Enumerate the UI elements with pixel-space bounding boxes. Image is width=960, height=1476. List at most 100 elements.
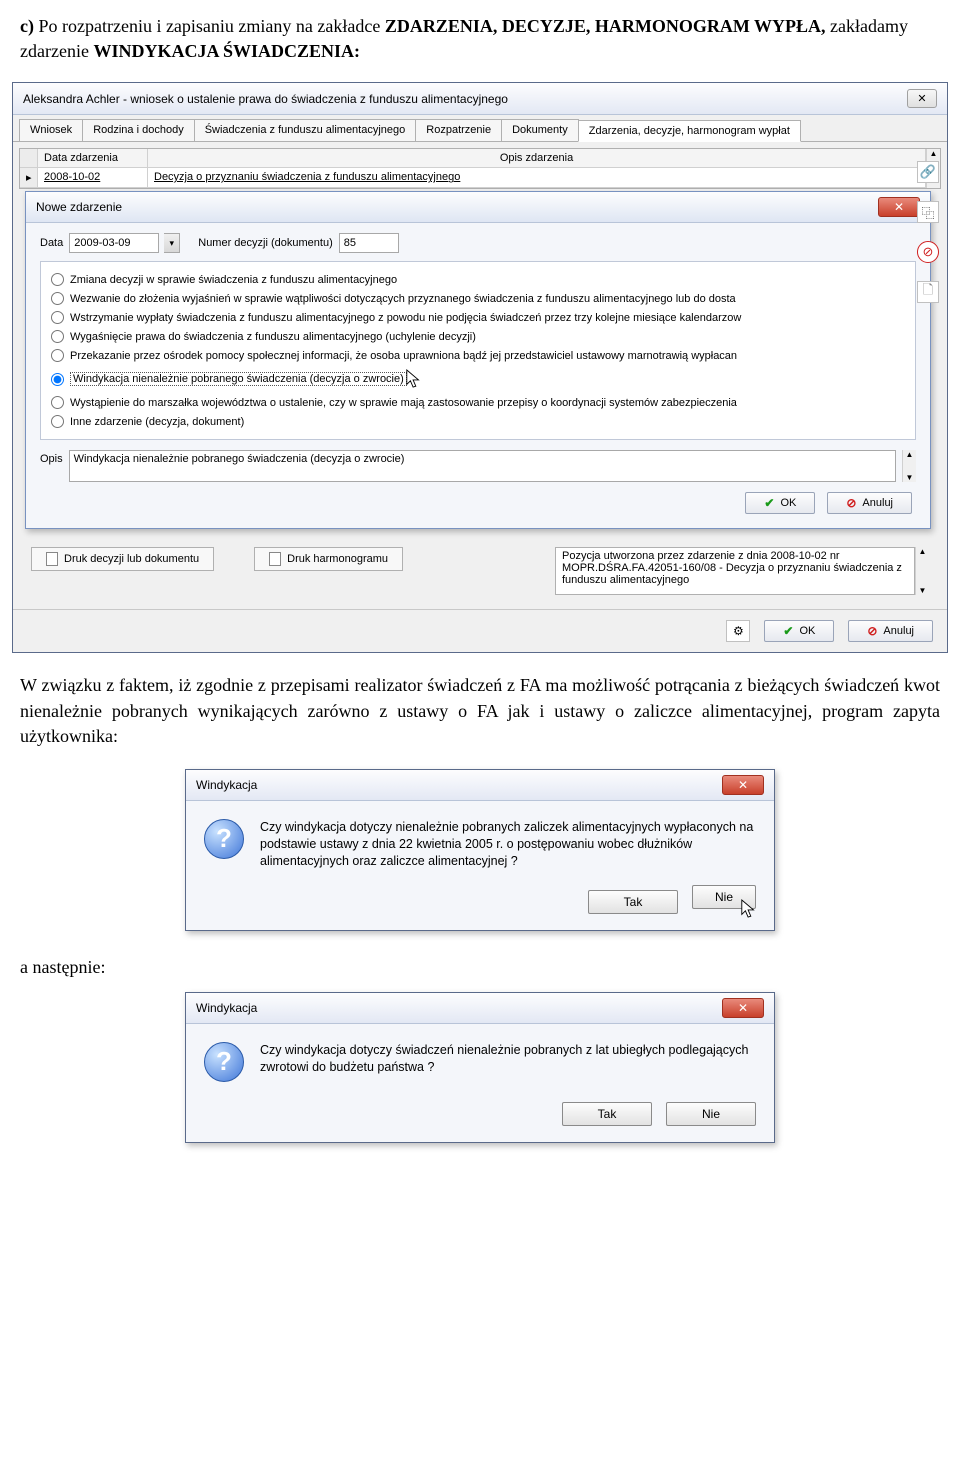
sub-title-text: Nowe zdarzenie xyxy=(36,200,122,214)
dlg1-buttons: Tak Nie xyxy=(186,880,774,930)
radio-label: Wygaśnięcie prawa do świadczenia z fundu… xyxy=(70,331,476,343)
doc-a-nastepnie: a następnie: xyxy=(0,951,960,984)
dlg1-titlebar: Windykacja ✕ xyxy=(186,770,774,801)
anuluj-label: Anuluj xyxy=(862,497,893,509)
close-button[interactable]: ✕ xyxy=(907,89,937,108)
main-content: Data zdarzenia Opis zdarzenia ▸ 2008-10-… xyxy=(13,142,947,609)
tab-wniosek[interactable]: Wniosek xyxy=(19,119,83,141)
radio-wezwanie[interactable]: Wezwanie do złożenia wyjaśnień w sprawie… xyxy=(51,289,905,308)
cell-desc: Decyzja o przyznaniu świadczenia z fundu… xyxy=(148,168,926,187)
footer-row: Druk decyzji lub dokumentu Druk harmonog… xyxy=(19,539,941,603)
tab-rozpatrzenie[interactable]: Rozpatrzenie xyxy=(415,119,502,141)
radio-label: Inne zdarzenie (decyzja, dokument) xyxy=(70,416,244,428)
dlg2-title: Windykacja xyxy=(196,1001,257,1015)
radio-group-zdarzenie: Zmiana decyzji w sprawie świadczenia z f… xyxy=(40,261,916,440)
opis-scrollbar[interactable]: ▲▼ xyxy=(902,450,916,482)
opis-label: Opis xyxy=(40,450,63,465)
field-row-date-num: Data ▾ Numer decyzji (dokumentu) xyxy=(40,233,916,253)
intro-bold2: WINDYKACJA ŚWIADCZENIA: xyxy=(93,41,360,61)
grid-header: Data zdarzenia Opis zdarzenia xyxy=(20,149,926,168)
ok-label: OK xyxy=(780,497,796,509)
main-anuluj-label: Anuluj xyxy=(883,625,914,637)
data-input[interactable] xyxy=(69,233,159,253)
doc-icon xyxy=(46,552,58,566)
dialog-windykacja-1: Windykacja ✕ ? Czy windykacja dotyczy ni… xyxy=(185,769,775,931)
main-bottom-bar: ⚙ ✔OK ⊘Anuluj xyxy=(13,609,947,652)
doc-intro: c) Po rozpatrzeniu i zapisaniu zmiany na… xyxy=(0,0,960,74)
main-ok-button[interactable]: ✔OK xyxy=(764,620,834,642)
main-ok-label: OK xyxy=(799,625,815,637)
tab-swiadczenia[interactable]: Świadczenia z funduszu alimentacyjnego xyxy=(194,119,417,141)
question-icon: ? xyxy=(204,819,244,859)
dlg2-nie-button[interactable]: Nie xyxy=(666,1102,756,1126)
radio-label: Windykacja nienależnie pobranego świadcz… xyxy=(70,372,407,386)
sub-ok-button[interactable]: ✔OK xyxy=(745,492,815,514)
main-titlebar: Aleksandra Achler - wniosek o ustalenie … xyxy=(13,83,947,115)
data-label: Data xyxy=(40,237,63,249)
dlg1-close-button[interactable]: ✕ xyxy=(722,775,764,795)
sub-titlebar: Nowe zdarzenie ✕ xyxy=(26,192,930,223)
question-icon: ? xyxy=(204,1042,244,1082)
dlg1-text: Czy windykacja dotyczy nienależnie pobra… xyxy=(260,819,756,870)
main-title: Aleksandra Achler - wniosek o ustalenie … xyxy=(23,92,508,106)
druk-decyzji-button[interactable]: Druk decyzji lub dokumentu xyxy=(31,547,214,571)
sub-close-button[interactable]: ✕ xyxy=(878,197,920,217)
druk-harmonogramu-button[interactable]: Druk harmonogramu xyxy=(254,547,403,571)
radio-wystapienie[interactable]: Wystąpienie do marszałka województwa o u… xyxy=(51,393,905,412)
tab-zdarzenia[interactable]: Zdarzenia, decyzje, harmonogram wypłat xyxy=(578,120,801,142)
radio-label: Wystąpienie do marszałka województwa o u… xyxy=(70,397,737,409)
druk-decyzji-label: Druk decyzji lub dokumentu xyxy=(64,553,199,565)
tool-icon[interactable]: ⚙ xyxy=(726,620,750,642)
col-desc[interactable]: Opis zdarzenia xyxy=(148,149,926,167)
cursor-icon xyxy=(405,368,423,390)
doc-icon xyxy=(269,552,281,566)
dlg2-buttons: Tak Nie xyxy=(186,1092,774,1142)
col-date[interactable]: Data zdarzenia xyxy=(38,149,148,167)
tab-dokumenty[interactable]: Dokumenty xyxy=(501,119,579,141)
numer-label: Numer decyzji (dokumentu) xyxy=(198,237,333,249)
info-scrollbar[interactable]: ▲▼ xyxy=(915,547,929,595)
dlg2-titlebar: Windykacja ✕ xyxy=(186,993,774,1024)
link-icon[interactable]: 🔗 xyxy=(917,161,939,183)
sub-button-row: ✔OK ⊘Anuluj xyxy=(40,482,916,518)
radio-label: Przekazanie przez ośrodek pomocy społecz… xyxy=(70,350,737,362)
main-cancel-button[interactable]: ⊘Anuluj xyxy=(848,620,933,642)
grid-row[interactable]: ▸ 2008-10-02 Decyzja o przyznaniu świadc… xyxy=(20,168,926,188)
radio-inne[interactable]: Inne zdarzenie (decyzja, dokument) xyxy=(51,412,905,431)
opis-row: Opis Windykacja nienależnie pobranego św… xyxy=(40,450,916,482)
radio-wygasniecie[interactable]: Wygaśnięcie prawa do świadczenia z fundu… xyxy=(51,327,905,346)
dlg1-title: Windykacja xyxy=(196,778,257,792)
tabs: Wniosek Rodzina i dochody Świadczenia z … xyxy=(13,115,947,142)
dlg2-tak-button[interactable]: Tak xyxy=(562,1102,652,1126)
tab-rodzina[interactable]: Rodzina i dochody xyxy=(82,119,195,141)
cursor-icon xyxy=(740,898,758,920)
radio-windykacja[interactable]: Windykacja nienależnie pobranego świadcz… xyxy=(51,365,905,393)
doc-para2: W związku z faktem, iż zgodnie z przepis… xyxy=(0,661,960,761)
events-grid: Data zdarzenia Opis zdarzenia ▸ 2008-10-… xyxy=(19,148,941,189)
intro-bold1: ZDARZENIA, DECYZJE, HARMONOGRAM WYPŁA, xyxy=(385,16,826,36)
new-page-icon[interactable]: 🗋 xyxy=(917,281,939,303)
radio-przekazanie[interactable]: Przekazanie przez ośrodek pomocy społecz… xyxy=(51,346,905,365)
intro-c: c) xyxy=(20,16,34,36)
main-window: Aleksandra Achler - wniosek o ustalenie … xyxy=(12,82,948,653)
dialog-windykacja-2: Windykacja ✕ ? Czy windykacja dotyczy św… xyxy=(185,992,775,1143)
radio-label: Wstrzymanie wypłaty świadczenia z fundus… xyxy=(70,312,741,324)
radio-zmiana-decyzji[interactable]: Zmiana decyzji w sprawie świadczenia z f… xyxy=(51,270,905,289)
info-box: Pozycja utworzona przez zdarzenie z dnia… xyxy=(555,547,915,595)
numer-input[interactable] xyxy=(339,233,399,253)
druk-harm-label: Druk harmonogramu xyxy=(287,553,388,565)
opis-textarea[interactable]: Windykacja nienależnie pobranego świadcz… xyxy=(69,450,896,482)
cell-date: 2008-10-02 xyxy=(38,168,148,187)
dlg2-text: Czy windykacja dotyczy świadczeń nienale… xyxy=(260,1042,756,1076)
forbidden-icon[interactable]: ⊘ xyxy=(917,241,939,263)
copy-icon[interactable]: ⿻ xyxy=(917,201,939,223)
sub-cancel-button[interactable]: ⊘Anuluj xyxy=(827,492,912,514)
radio-label: Zmiana decyzji w sprawie świadczenia z f… xyxy=(70,274,397,286)
radio-wstrzymanie[interactable]: Wstrzymanie wypłaty świadczenia z fundus… xyxy=(51,308,905,327)
intro-rest: Po rozpatrzeniu i zapisaniu zmiany na za… xyxy=(34,16,385,36)
dlg1-tak-button[interactable]: Tak xyxy=(588,890,678,914)
radio-label: Wezwanie do złożenia wyjaśnień w sprawie… xyxy=(70,293,736,305)
date-dropdown-icon[interactable]: ▾ xyxy=(164,233,180,253)
sub-window-nowe-zdarzenie: Nowe zdarzenie ✕ Data ▾ Numer decyzji (d… xyxy=(25,191,931,529)
dlg2-close-button[interactable]: ✕ xyxy=(722,998,764,1018)
